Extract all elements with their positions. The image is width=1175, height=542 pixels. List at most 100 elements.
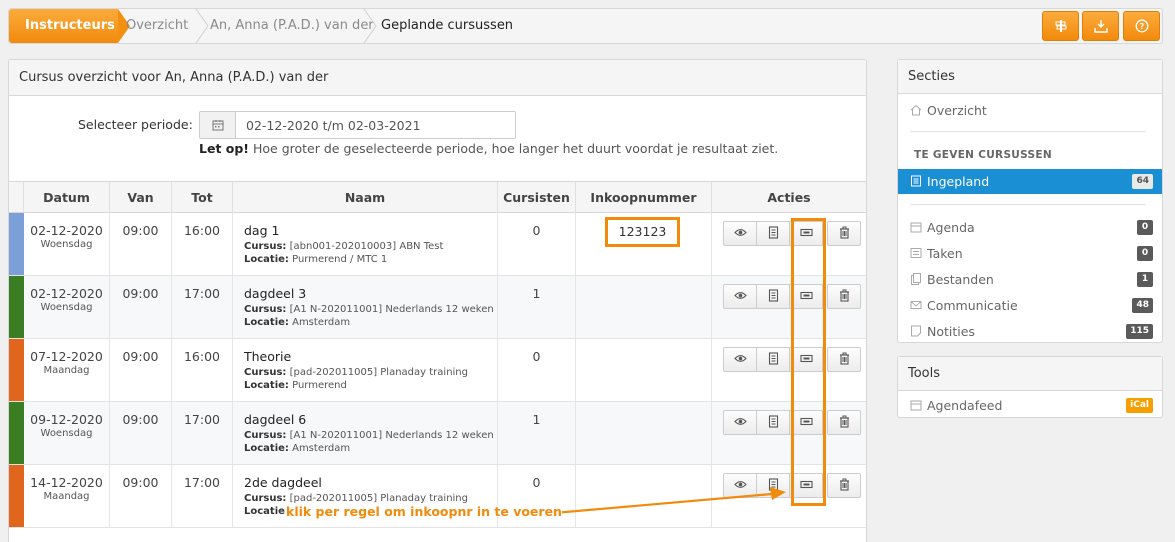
breadcrumb-overzicht[interactable]: Overzicht bbox=[126, 9, 188, 43]
location-label: Locatie: bbox=[244, 380, 289, 391]
view-button[interactable] bbox=[723, 473, 757, 498]
purchase-number-cell: 123123 bbox=[576, 213, 712, 275]
ticket-icon bbox=[799, 352, 813, 368]
breadcrumb-instructeurs[interactable]: Instructeurs bbox=[9, 9, 130, 43]
date-cell: 02-12-2020 Woensdag bbox=[24, 213, 110, 275]
details-button[interactable] bbox=[756, 284, 790, 309]
course-text: [pad-202011005] Planaday training bbox=[286, 367, 468, 378]
count-badge: 115 bbox=[1126, 324, 1153, 339]
view-button[interactable] bbox=[723, 410, 757, 435]
actions-cell bbox=[712, 276, 866, 338]
sidebar-item-communicatie[interactable]: Communicatie 48 bbox=[898, 293, 1162, 318]
breadcrumb-instructor[interactable]: An, Anna (P.A.D.) van der bbox=[210, 9, 374, 43]
view-button[interactable] bbox=[723, 347, 757, 372]
delete-button[interactable] bbox=[827, 473, 861, 498]
header-tot[interactable]: Tot bbox=[172, 182, 233, 213]
period-picker[interactable] bbox=[199, 111, 516, 139]
ticket-icon bbox=[799, 289, 813, 305]
document-icon bbox=[767, 477, 780, 494]
details-button[interactable] bbox=[756, 221, 790, 246]
weekday-text: Woensdag bbox=[40, 302, 93, 313]
purchase-number-button[interactable] bbox=[789, 473, 823, 498]
end-time-cell: 17:00 bbox=[172, 465, 233, 527]
name-cell: dagdeel 3 Cursus: [A1 N-202011001] Nederl… bbox=[233, 276, 498, 338]
sidebar-divider bbox=[910, 131, 1146, 132]
calendar-icon[interactable] bbox=[200, 112, 236, 138]
details-button[interactable] bbox=[756, 410, 790, 435]
purchase-number-button[interactable] bbox=[789, 284, 823, 309]
sidebar-item-notities[interactable]: Notities 115 bbox=[898, 319, 1162, 344]
participants-cell: 0 bbox=[498, 339, 576, 401]
actions-cell bbox=[712, 402, 866, 464]
document-icon bbox=[767, 225, 780, 242]
count-badge: 0 bbox=[1137, 220, 1153, 235]
count-badge: 64 bbox=[1132, 174, 1153, 189]
course-color-stripe bbox=[9, 465, 24, 527]
name-cell: dagdeel 6 Cursus: [A1 N-202011001] Nederl… bbox=[233, 402, 498, 464]
trash-icon bbox=[838, 478, 851, 494]
purchase-number-button[interactable] bbox=[789, 221, 823, 246]
course-line: Cursus: [abn001-202010003] ABN Test bbox=[244, 240, 497, 253]
sidebar-item-overzicht[interactable]: Overzicht bbox=[898, 98, 1162, 123]
table-row: 09-12-2020 Woensdag 09:00 17:00 dagdeel 6 Cur… bbox=[9, 402, 866, 465]
course-color-stripe bbox=[9, 402, 24, 464]
table-row: 07-12-2020 Maandag 09:00 16:00 Theorie Cursus… bbox=[9, 339, 866, 402]
location-label: Locatie: bbox=[244, 254, 289, 265]
session-name[interactable]: dagdeel 3 bbox=[244, 286, 497, 301]
header-cursisten[interactable]: Cursisten bbox=[498, 182, 576, 213]
purchase-number-cell bbox=[576, 402, 712, 464]
course-line: Cursus: [pad-202011005] Planaday trainin… bbox=[244, 366, 497, 379]
end-time-cell: 16:00 bbox=[172, 339, 233, 401]
actions-cell bbox=[712, 339, 866, 401]
delete-button[interactable] bbox=[827, 284, 861, 309]
download-icon bbox=[1093, 20, 1108, 33]
help-button[interactable]: ? bbox=[1123, 11, 1160, 41]
tasks-icon bbox=[910, 248, 922, 258]
session-name[interactable]: dag 1 bbox=[244, 223, 497, 238]
svg-text:?: ? bbox=[1139, 22, 1144, 31]
location-line: Locatie: Purmerend bbox=[244, 379, 497, 392]
table-header: Datum Van Tot Naam Cursisten Inkoopnumme… bbox=[9, 181, 866, 213]
header-van[interactable]: Van bbox=[110, 182, 172, 213]
session-name[interactable]: dagdeel 6 bbox=[244, 412, 497, 427]
details-button[interactable] bbox=[756, 347, 790, 372]
participants-cell: 1 bbox=[498, 276, 576, 338]
header-datum[interactable]: Datum bbox=[24, 182, 110, 213]
action-buttons bbox=[723, 284, 861, 309]
sidebar-item-agendafeed[interactable]: Agendafeed iCal bbox=[898, 393, 1162, 418]
header-naam[interactable]: Naam bbox=[233, 182, 498, 213]
tools-panel: Tools Agendafeed iCal bbox=[897, 356, 1163, 418]
delete-button[interactable] bbox=[827, 410, 861, 435]
purchase-number-button[interactable] bbox=[789, 347, 823, 372]
date-cell: 14-12-2020 Maandag bbox=[24, 465, 110, 527]
purchase-number-button[interactable] bbox=[789, 410, 823, 435]
breadcrumb-separator-icon bbox=[195, 8, 209, 44]
ical-badge: iCal bbox=[1126, 398, 1153, 413]
date-text: 02-12-2020 bbox=[30, 286, 103, 301]
date-text: 14-12-2020 bbox=[30, 475, 103, 490]
location-text: Purmerend / MTC 1 bbox=[288, 254, 388, 265]
header-inkoopnummer[interactable]: Inkoopnummer bbox=[576, 182, 712, 213]
details-button[interactable] bbox=[756, 473, 790, 498]
download-button[interactable] bbox=[1082, 11, 1119, 41]
delete-button[interactable] bbox=[827, 347, 861, 372]
session-name[interactable]: Theorie bbox=[244, 349, 497, 364]
view-button[interactable] bbox=[723, 221, 757, 246]
eye-icon bbox=[733, 289, 747, 305]
session-name[interactable]: 2de dagdeel bbox=[244, 475, 497, 490]
document-icon bbox=[767, 351, 780, 368]
count-badge: 1 bbox=[1137, 272, 1153, 287]
sidebar-item-ingepland[interactable]: Ingepland 64 bbox=[898, 169, 1162, 194]
sidebar-item-agenda[interactable]: Agenda 0 bbox=[898, 215, 1162, 240]
purchase-number-value[interactable]: 123123 bbox=[605, 217, 680, 247]
period-input[interactable] bbox=[237, 112, 515, 138]
sidebar-item-taken[interactable]: Taken 0 bbox=[898, 241, 1162, 266]
sidebar-item-bestanden[interactable]: Bestanden 1 bbox=[898, 267, 1162, 292]
trash-icon bbox=[838, 415, 851, 431]
delete-button[interactable] bbox=[827, 221, 861, 246]
view-button[interactable] bbox=[723, 284, 757, 309]
course-text: [pad-202011005] Planaday training bbox=[286, 493, 468, 504]
course-label: Cursus: bbox=[244, 304, 287, 315]
signpost-button[interactable] bbox=[1042, 11, 1079, 41]
sections-title: Secties bbox=[898, 60, 1162, 94]
